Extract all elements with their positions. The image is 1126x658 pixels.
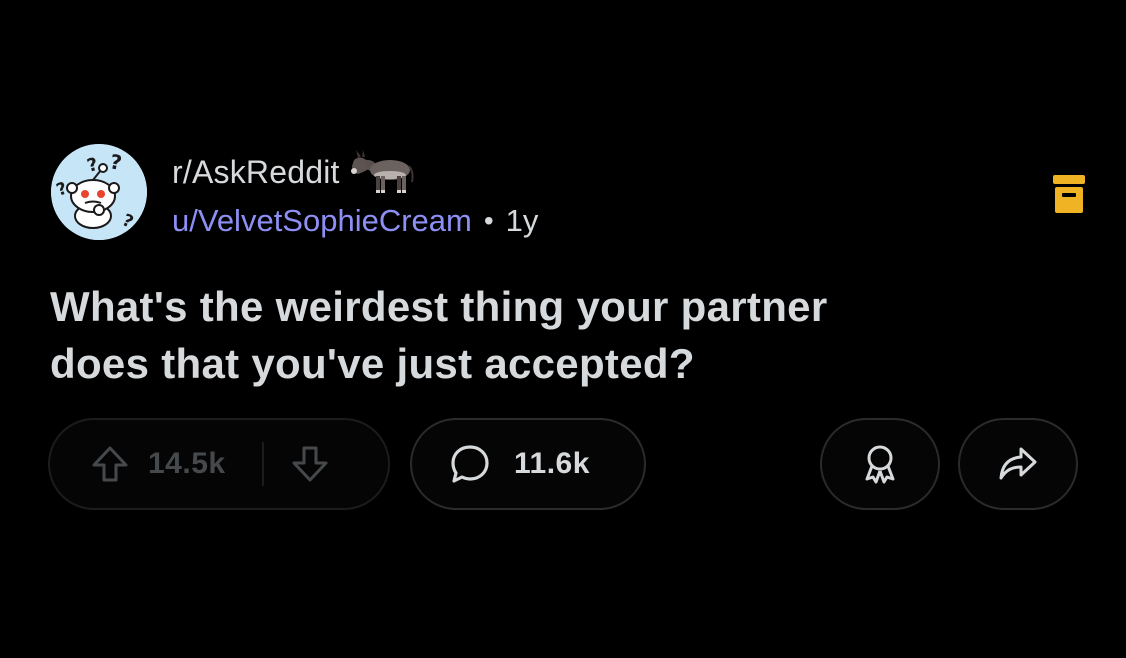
archive-button[interactable] [1052, 174, 1086, 214]
vote-score: 14.5k [148, 447, 226, 480]
post-age: 1y [505, 203, 539, 238]
post-title-line-1: What's the weirdest thing your partner [50, 283, 828, 330]
post-actions-bar: 14.5k 11.6k [48, 418, 1080, 512]
archive-icon [1053, 175, 1085, 213]
subreddit-avatar[interactable]: ? ? ? ? [51, 144, 147, 240]
askreddit-snoo-icon: ? ? ? ? [51, 144, 147, 240]
award-button[interactable] [820, 418, 940, 510]
subreddit-name[interactable]: r/AskReddit [172, 154, 340, 191]
post-title-line-2: does that you've just accepted? [50, 340, 695, 387]
upvote-arrow-icon [92, 446, 128, 482]
post-card: ? ? ? ? r/AskReddit u/VelvetSophieCream … [48, 140, 1085, 510]
share-arrow-icon [999, 447, 1037, 480]
comments-button[interactable]: 11.6k [410, 418, 646, 510]
downvote-button[interactable] [286, 440, 334, 488]
post-header: ? ? ? ? r/AskReddit u/VelvetSophieCream … [50, 140, 1085, 250]
page: ? ? ? ? r/AskReddit u/VelvetSophieCream … [0, 0, 1126, 658]
award-icon [865, 445, 895, 484]
author-username[interactable]: u/VelvetSophieCream [172, 203, 472, 239]
share-button[interactable] [958, 418, 1078, 510]
donkey-flair-icon [350, 150, 414, 193]
subreddit-line: r/AskReddit [172, 150, 538, 193]
vote-control: 14.5k [48, 418, 390, 510]
vote-divider [261, 442, 264, 486]
downvote-arrow-icon [292, 446, 328, 482]
post-meta: r/AskReddit u/VelvetSophieCream • 1y [172, 150, 538, 239]
upvote-button[interactable] [86, 440, 134, 488]
author-line: u/VelvetSophieCream • 1y [172, 203, 538, 239]
post-title[interactable]: What's the weirdest thing your partner d… [50, 278, 1010, 392]
comment-count: 11.6k [514, 447, 590, 480]
comment-bubble-icon [451, 445, 489, 483]
meta-separator: • [483, 205, 494, 236]
